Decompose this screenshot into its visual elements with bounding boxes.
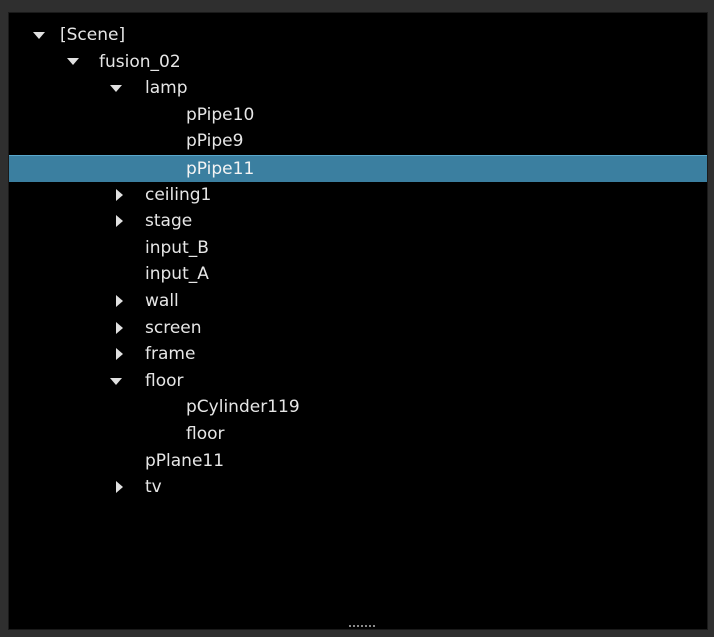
tree-label: frame (145, 344, 196, 365)
collapse-arrow-icon[interactable] (112, 341, 126, 368)
tree-row-input-a[interactable]: input_A (9, 261, 707, 288)
tree-label: pPlane11 (145, 450, 225, 471)
tree-row-frame[interactable]: frame (9, 341, 707, 368)
collapse-arrow-icon[interactable] (112, 315, 126, 342)
tree-label: floor (145, 370, 184, 391)
tree-row-ppipe9[interactable]: pPipe9 (9, 128, 707, 155)
tree-label: ceiling1 (145, 184, 212, 205)
tree-row-scene[interactable]: [Scene] (9, 22, 707, 49)
expand-arrow-icon[interactable] (32, 22, 46, 49)
outliner-panel: [Scene] fusion_02 lamp pPipe10 pPipe9 pP… (8, 12, 708, 630)
tree-label: [Scene] (60, 25, 126, 45)
tree-row-screen[interactable]: screen (9, 315, 707, 342)
collapse-arrow-icon[interactable] (112, 288, 126, 315)
tree-row-floor[interactable]: floor (9, 368, 707, 395)
tree-label: input_B (145, 237, 209, 258)
expand-arrow-icon[interactable] (109, 75, 123, 102)
tree-label: fusion_02 (99, 51, 181, 72)
tree-label: lamp (145, 78, 188, 99)
tree-label: pPipe11 (186, 158, 255, 179)
tree-row-input-b[interactable]: input_B (9, 235, 707, 262)
expand-arrow-icon[interactable] (66, 49, 80, 76)
resize-grip-icon[interactable] (349, 625, 375, 627)
tree-row-tv[interactable]: tv (9, 474, 707, 501)
tree-label: pPipe10 (186, 104, 255, 125)
tree-label: floor (186, 423, 225, 444)
collapse-arrow-icon[interactable] (112, 182, 126, 209)
tree-label: screen (145, 317, 202, 338)
tree-row-lamp[interactable]: lamp (9, 75, 707, 102)
tree-label: tv (145, 477, 162, 498)
tree-row-floor-child[interactable]: floor (9, 421, 707, 448)
tree-label: stage (145, 211, 193, 232)
tree-row-ppipe10[interactable]: pPipe10 (9, 102, 707, 129)
tree-row-pcylinder119[interactable]: pCylinder119 (9, 394, 707, 421)
tree-label: input_A (145, 264, 209, 285)
tree-row-ppipe11-selected[interactable]: pPipe11 (9, 154, 707, 182)
tree-label: pCylinder119 (186, 397, 300, 418)
collapse-arrow-icon[interactable] (112, 208, 126, 235)
expand-arrow-icon[interactable] (109, 368, 123, 395)
tree-row-pplane11[interactable]: pPlane11 (9, 448, 707, 475)
scene-tree: [Scene] fusion_02 lamp pPipe10 pPipe9 pP… (9, 22, 707, 501)
collapse-arrow-icon[interactable] (112, 474, 126, 501)
tree-row-fusion-02[interactable]: fusion_02 (9, 49, 707, 76)
tree-row-stage[interactable]: stage (9, 208, 707, 235)
tree-row-ceiling1[interactable]: ceiling1 (9, 182, 707, 209)
tree-row-wall[interactable]: wall (9, 288, 707, 315)
tree-label: wall (145, 290, 179, 311)
tree-label: pPipe9 (186, 131, 244, 152)
